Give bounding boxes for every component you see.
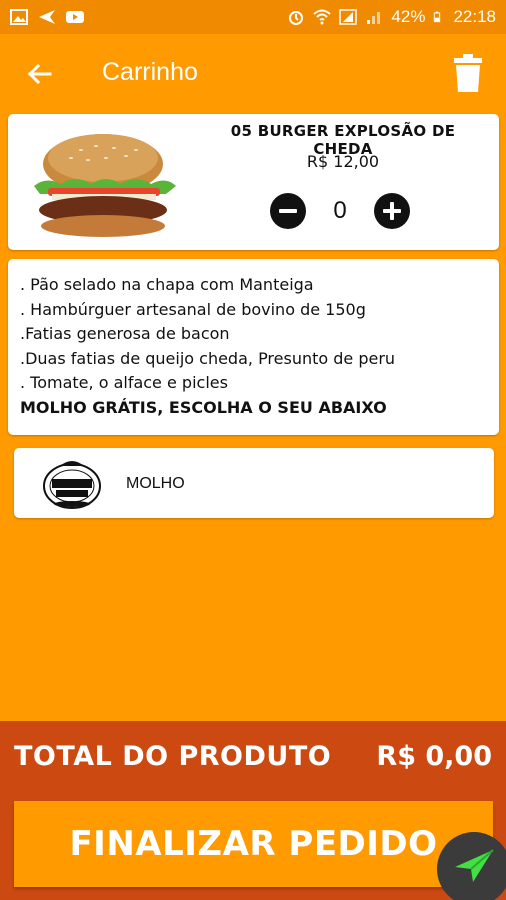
total-label: TOTAL DO PRODUTO [14, 741, 332, 772]
status-bar: 42% 22:18 [0, 0, 506, 34]
burger-image [34, 134, 176, 237]
sauce-option[interactable]: MOLHO [14, 448, 494, 518]
product-card: 05 BURGER EXPLOSÃO DE CHEDA R$ 12,00 0 [8, 114, 499, 250]
youtube-notification-icon [66, 11, 84, 23]
clock: 22:18 [453, 7, 496, 26]
signal-icon [339, 9, 358, 25]
app-bar: Carrinho [0, 34, 506, 116]
signal-bars-icon [367, 12, 381, 24]
trash-icon[interactable] [452, 54, 484, 94]
quantity-stepper: 0 [270, 192, 410, 230]
description-line: . Pão selado na chapa com Manteiga [20, 275, 314, 294]
product-description: . Pão selado na chapa com Manteiga . Ham… [8, 259, 499, 435]
quantity-value: 0 [333, 197, 347, 224]
image-notification-icon [10, 9, 28, 25]
description-line: .Fatias generosa de bacon [20, 324, 230, 343]
minus-icon [279, 209, 297, 213]
battery-percent: 42% [391, 7, 426, 26]
page-title: Carrinho [102, 58, 198, 86]
filets-burg-logo [43, 461, 101, 509]
description-line: .Duas fatias de queijo cheda, Presunto d… [20, 348, 396, 368]
increase-quantity-button[interactable] [373, 193, 410, 229]
order-footer: TOTAL DO PRODUTO R$ 0,00 FINALIZAR PEDID… [0, 721, 506, 900]
wifi-icon [313, 9, 332, 25]
send-button[interactable] [437, 832, 506, 900]
description-line: . Tomate, o alface e picles [20, 373, 228, 392]
send-notification-icon [39, 10, 55, 24]
battery-icon [434, 11, 441, 23]
arrow-back-icon[interactable] [22, 56, 58, 92]
product-price: R$ 12,00 [306, 152, 380, 171]
plus-icon-vertical [389, 202, 394, 220]
total-value: R$ 0,00 [376, 741, 492, 772]
description-line: MOLHO GRÁTIS, ESCOLHA O SEU ABAIXO [20, 397, 387, 417]
alarm-icon [289, 11, 304, 25]
description-line: . Hambúrguer artesanal de bovino de 150g [20, 299, 366, 319]
send-icon [455, 849, 494, 882]
decrease-quantity-button[interactable] [270, 193, 306, 229]
finalize-order-button[interactable]: FINALIZAR PEDIDO [14, 801, 493, 887]
sauce-label: MOLHO [126, 475, 185, 492]
